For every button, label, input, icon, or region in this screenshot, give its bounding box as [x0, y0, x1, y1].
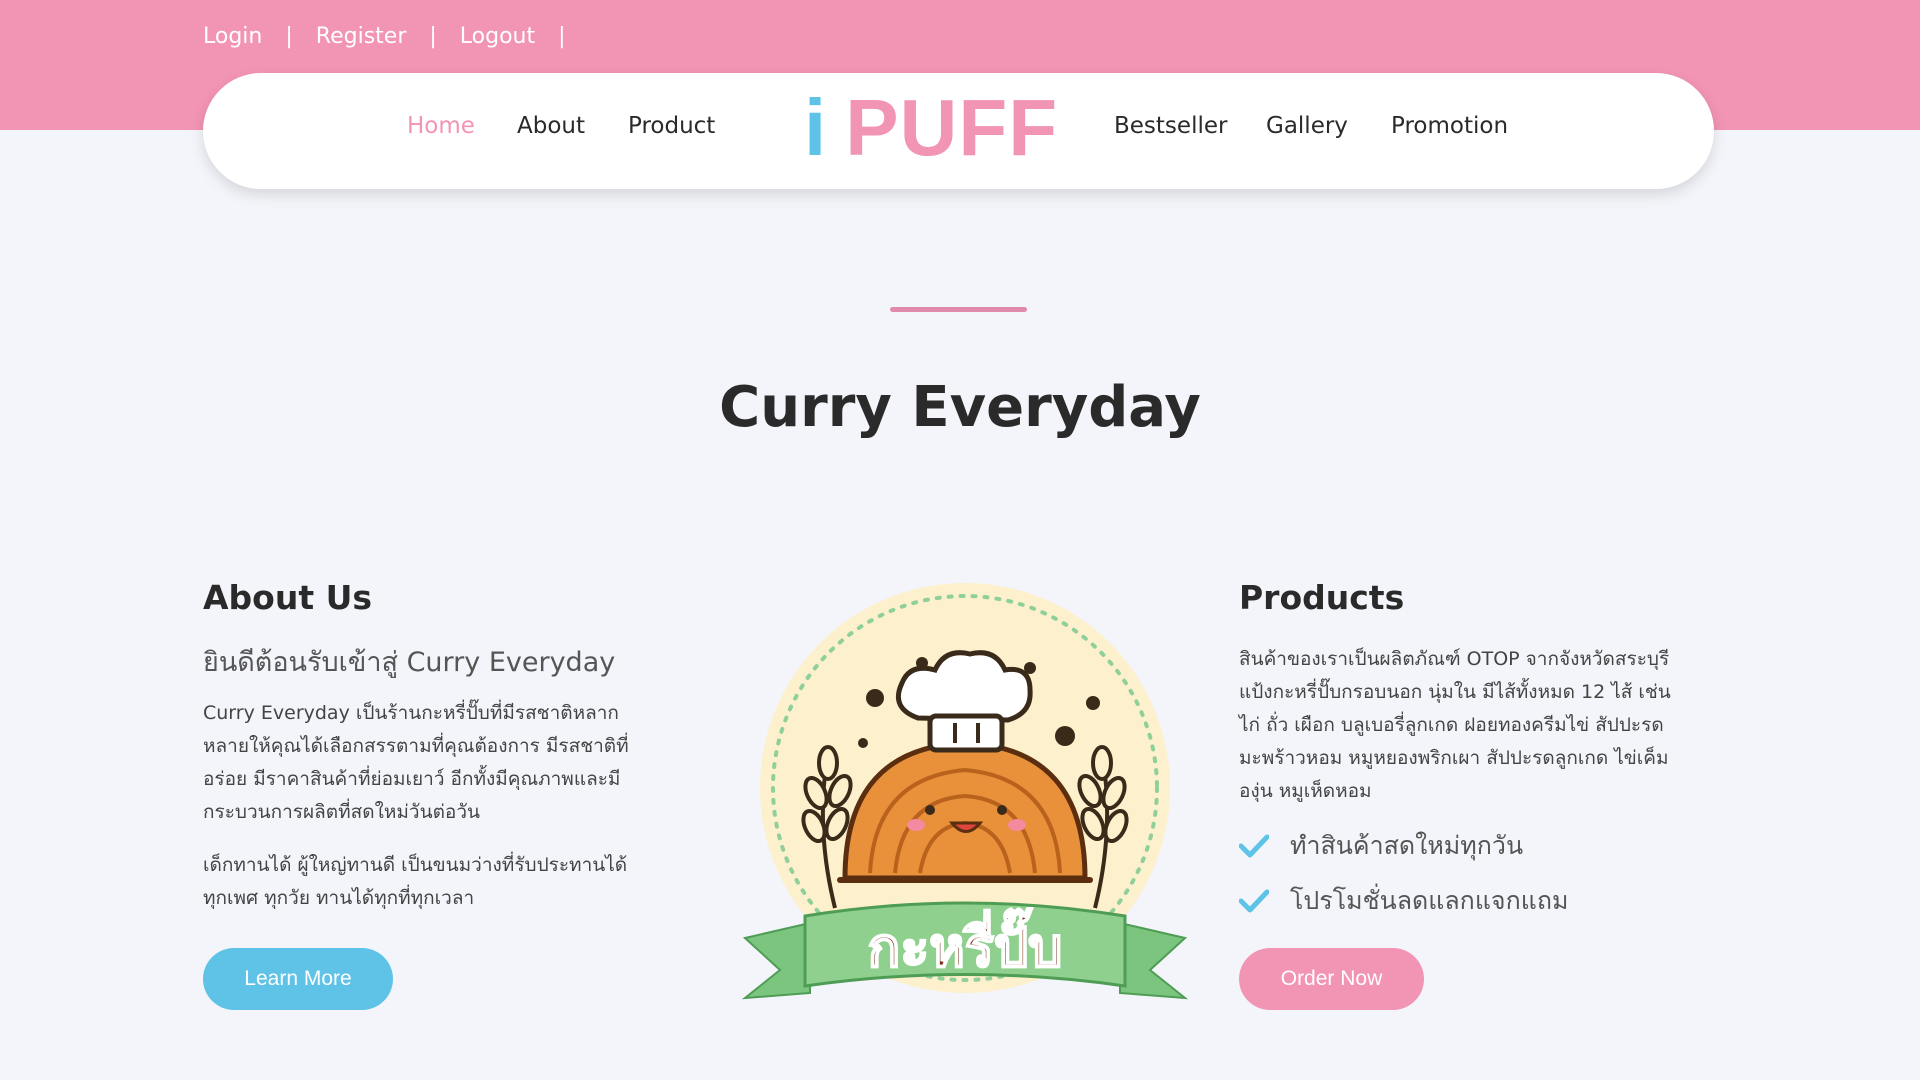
auth-separator: | — [285, 23, 293, 49]
products-text-line: สินค้าของเราเป็นผลิตภัณฑ์ OTOP จากจังหวั… — [1239, 648, 1670, 670]
feature-label: โปรโมชั่นลดแลกแจกแถม — [1290, 886, 1569, 915]
learn-more-button[interactable]: Learn More — [203, 948, 393, 1010]
hero-title: Curry Everyday — [719, 375, 1201, 440]
logo-puff: PUFF — [845, 83, 1059, 172]
about-paragraph-2: เด็กทานได้ ผู้ใหญ่ทานดี เป็นขนมว่างที่รั… — [203, 849, 673, 915]
products-text-line: ไก่ ถั่ว เผือก บลูเบอรี่ลูกเกด ฝอยทองครี… — [1239, 714, 1664, 736]
section-divider — [890, 307, 1027, 312]
login-link[interactable]: Login — [203, 24, 262, 49]
logout-link[interactable]: Logout — [460, 24, 535, 49]
nav-promotion[interactable]: Promotion — [1391, 113, 1508, 139]
curry-puff-mascot-illustration: กะหรี่ปั๊บ — [741, 583, 1189, 1000]
products-text-line: แป้งกะหรี่ปั๊บกรอบนอก นุ่มใน มีไส้ทั้งหม… — [1239, 681, 1671, 703]
about-text-line: ทุกเพศ ทุกวัย ทานได้ทุกที่ทุกเวลา — [203, 887, 475, 909]
check-icon — [1239, 889, 1269, 913]
about-title: About Us — [203, 578, 373, 617]
about-text-line: อร่อย มีราคาสินค้าที่ย่อมเยาว์ อีกทั้งมี… — [203, 768, 621, 790]
auth-separator: | — [429, 23, 437, 49]
order-now-button[interactable]: Order Now — [1239, 948, 1424, 1010]
about-text-line: หลายให้คุณได้เลือกสรรตามที่คุณต้องการ มี… — [203, 735, 629, 757]
nav-bestseller[interactable]: Bestseller — [1114, 113, 1227, 139]
nav-about[interactable]: About — [517, 113, 585, 139]
nav-gallery[interactable]: Gallery — [1266, 113, 1348, 139]
feature-label: ทำสินค้าสดใหม่ทุกวัน — [1290, 831, 1524, 860]
banner-text: กะหรี่ปั๊บ — [868, 907, 1063, 979]
check-icon — [1239, 834, 1269, 858]
about-text-line: กระบวนการผลิตที่สดใหม่วันต่อวัน — [203, 801, 480, 823]
nav-product[interactable]: Product — [628, 113, 715, 139]
auth-separator: | — [558, 23, 566, 49]
products-description: สินค้าของเราเป็นผลิตภัณฑ์ OTOP จากจังหวั… — [1239, 643, 1719, 808]
feature-fresh-daily: ทำสินค้าสดใหม่ทุกวัน — [1239, 826, 1523, 866]
products-title: Products — [1239, 578, 1405, 617]
products-text-line: มะพร้าวหอม หมูหยองพริกเผา สัปปะรดลูกเกด … — [1239, 747, 1669, 769]
feature-promotion: โปรโมชั่นลดแลกแจกแถม — [1239, 881, 1568, 921]
about-text-line: Curry Everyday เป็นร้านกะหรี่ปั๊บที่มีรส… — [203, 702, 619, 724]
logo-i: i — [804, 83, 828, 172]
about-paragraph-1: Curry Everyday เป็นร้านกะหรี่ปั๊บที่มีรส… — [203, 697, 673, 829]
main-navbar: Home About Product i PUFF Bestseller Gal… — [203, 73, 1714, 189]
about-text-line: เด็กทานได้ ผู้ใหญ่ทานดี เป็นขนมว่างที่รั… — [203, 854, 628, 876]
about-subtitle: ยินดีต้อนรับเข้าสู่ Curry Everyday — [203, 647, 616, 678]
nav-home[interactable]: Home — [407, 113, 475, 139]
ipuff-logo[interactable]: i PUFF — [804, 83, 1059, 172]
auth-bar: Login | Register | Logout | — [203, 18, 589, 54]
register-link[interactable]: Register — [316, 24, 407, 49]
products-text-line: องุ่น หมูเห็ดหอม — [1239, 780, 1372, 802]
